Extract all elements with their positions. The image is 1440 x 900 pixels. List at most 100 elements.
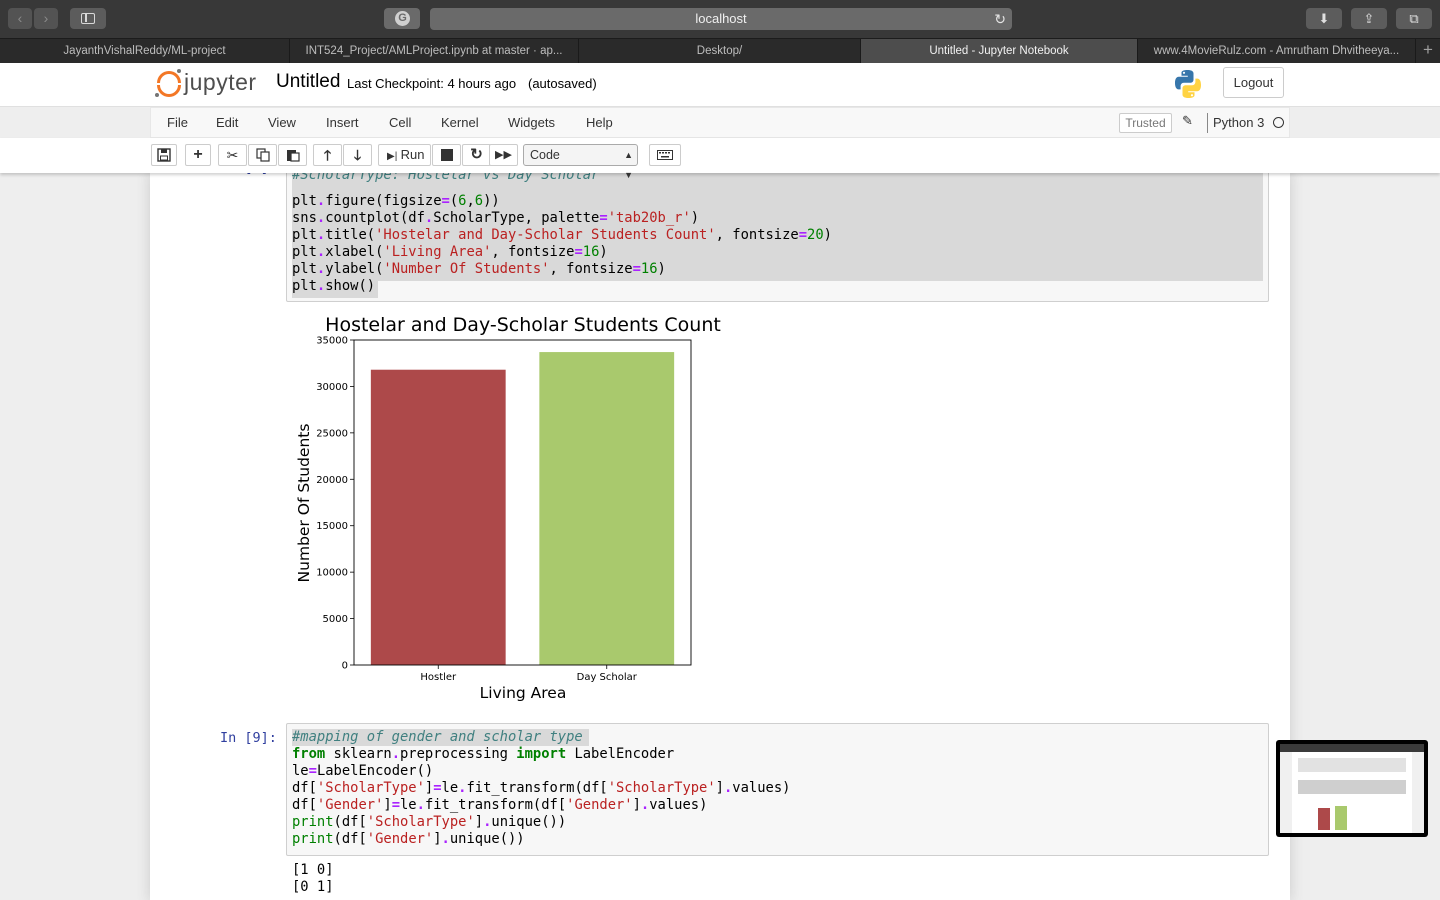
save-button[interactable] <box>151 144 177 166</box>
code-line: plt.show() <box>292 278 376 294</box>
browser-tab[interactable]: JayanthVishalReddy/ML-project <box>0 39 290 63</box>
menu-cell[interactable]: Cell <box>389 115 411 130</box>
url-text: localhost <box>695 11 747 26</box>
jupyter-logo-icon[interactable] <box>155 69 185 99</box>
menu-edit[interactable]: Edit <box>216 115 238 130</box>
code-line: df['ScholarType']=le.fit_transform(df['S… <box>292 780 791 796</box>
notebook-toolbar: + ✂ 🡑 🡓 ▶| Run ↻ ▶▶ Code ▲ ▼ <box>0 138 1440 180</box>
insert-cell-button[interactable]: + <box>185 144 211 166</box>
arrow-up-icon: 🡑 <box>323 147 332 163</box>
save-icon <box>157 148 171 162</box>
notebook-title[interactable]: Untitled <box>276 71 340 93</box>
restart-run-all-button[interactable]: ▶▶ <box>489 144 518 166</box>
download-icon: ⬇ <box>1318 11 1330 26</box>
menu-help[interactable]: Help <box>586 115 613 130</box>
bar-day-scholar <box>539 352 675 665</box>
bar-hostler <box>370 369 506 665</box>
chart-title: Hostelar and Day-Scholar Students Count <box>325 314 721 336</box>
downloads-button[interactable]: ⬇ <box>1306 8 1342 29</box>
cell-prompt: In [9]: <box>220 730 277 746</box>
y-tick-label: 30000 <box>316 382 348 393</box>
y-tick-label: 15000 <box>316 521 348 532</box>
plus-icon: + <box>193 146 203 163</box>
restart-button[interactable]: ↻ <box>462 144 491 166</box>
checkpoint-status: Last Checkpoint: 4 hours ago <box>347 76 517 91</box>
address-bar[interactable]: localhost ↻ <box>430 8 1012 30</box>
command-palette-button[interactable] <box>649 144 681 166</box>
jupyter-header: jupyter Untitled Last Checkpoint: 4 hour… <box>0 63 1440 107</box>
cell-type-select[interactable]: Code ▲ ▼ <box>523 144 638 180</box>
code-line: from sklearn.preprocessing import LabelE… <box>292 746 675 762</box>
jupyter-wordmark[interactable]: jupyter <box>184 69 257 96</box>
sidebar-icon <box>81 13 95 24</box>
code-line: print(df['ScholarType'].unique()) <box>292 814 567 830</box>
tab-overview-button[interactable]: ⧉ <box>1396 8 1432 29</box>
paste-button[interactable] <box>278 144 307 166</box>
code-line: plt.title('Hostelar and Day-Scholar Stud… <box>292 227 832 243</box>
new-tab-button[interactable]: + <box>1416 39 1440 63</box>
browser-tab[interactable]: Desktop/ <box>579 39 861 63</box>
select-arrows-icon: ▲ ▼ <box>624 150 633 180</box>
x-tick-label: Hostler <box>420 672 457 683</box>
y-tick-label: 10000 <box>316 568 348 579</box>
browser-tab-active[interactable]: Untitled - Jupyter Notebook <box>861 39 1138 63</box>
code-line: plt.ylabel('Number Of Students', fontsiz… <box>292 261 666 277</box>
grammarly-icon: G <box>395 11 410 26</box>
notebook-container: In [8]: #ScholarType: Hostelar vs Day Sc… <box>150 153 1290 900</box>
step-forward-icon: ▶| <box>387 151 398 162</box>
menu-view[interactable]: View <box>268 115 296 130</box>
menu-file[interactable]: File <box>167 115 188 130</box>
run-button[interactable]: ▶| Run <box>378 144 431 166</box>
extension-button[interactable]: G <box>384 8 420 29</box>
browser-tab-bar: JayanthVishalReddy/ML-project INT524_Pro… <box>0 38 1440 63</box>
x-tick-label: Day Scholar <box>577 672 638 683</box>
keyboard-icon <box>657 150 673 160</box>
back-button[interactable]: ‹ <box>8 8 32 29</box>
y-axis-label: Number Of Students <box>295 424 313 583</box>
browser-tab[interactable]: www.4MovieRulz.com - Amrutham Dhvitheeya… <box>1138 39 1416 63</box>
move-up-button[interactable]: 🡑 <box>313 144 342 166</box>
interrupt-button[interactable] <box>432 144 461 166</box>
copy-icon <box>255 148 270 162</box>
kernel-idle-icon <box>1273 117 1284 128</box>
forward-button[interactable]: › <box>34 8 58 29</box>
x-axis-label: Living Area <box>480 684 567 702</box>
y-tick-label: 35000 <box>316 336 348 347</box>
autosave-status: (autosaved) <box>528 76 597 91</box>
move-down-button[interactable]: 🡓 <box>343 144 372 166</box>
stop-icon <box>440 149 453 161</box>
code-line: le=LabelEncoder() <box>292 763 434 779</box>
bar-chart: Hostelar and Day-Scholar Students Count … <box>295 314 721 702</box>
screenshot-thumbnail[interactable] <box>1276 740 1428 837</box>
fast-forward-icon: ▶▶ <box>495 149 512 161</box>
y-tick-label: 20000 <box>316 475 348 486</box>
code-line: df['Gender']=le.fit_transform(df['Gender… <box>292 797 708 813</box>
cut-button[interactable]: ✂ <box>218 144 247 166</box>
trusted-indicator[interactable]: Trusted <box>1119 113 1172 133</box>
cell-output-line: [1 0] <box>292 862 334 878</box>
browser-toolbar: ‹ › G localhost ↻ ⬇ ⇪ ⧉ <box>0 0 1440 38</box>
code-cell-8[interactable]: #ScholarType: Hostelar vs Day Scholar pl… <box>286 153 1269 302</box>
y-tick-label: 0 <box>342 661 348 672</box>
scissors-icon: ✂ <box>226 147 239 163</box>
code-line: plt.xlabel('Living Area', fontsize=16) <box>292 244 608 260</box>
sidebar-toggle-button[interactable] <box>70 8 106 29</box>
menu-widgets[interactable]: Widgets <box>508 115 555 130</box>
code-line: print(df['Gender'].unique()) <box>292 831 525 847</box>
code-line: #mapping of gender and scholar type <box>292 729 583 745</box>
code-cell-9[interactable]: #mapping of gender and scholar type from… <box>286 723 1269 856</box>
menu-kernel[interactable]: Kernel <box>441 115 479 130</box>
menu-insert[interactable]: Insert <box>326 115 359 130</box>
browser-tab[interactable]: INT524_Project/AMLProject.ipynb at maste… <box>290 39 579 63</box>
edit-mode-pencil-icon: ✎ <box>1182 113 1193 128</box>
y-tick-label: 25000 <box>316 428 348 439</box>
menubar: File Edit View Insert Cell Kernel Widget… <box>150 107 1290 138</box>
reload-icon[interactable]: ↻ <box>994 8 1006 30</box>
copy-button[interactable] <box>248 144 277 166</box>
logout-button[interactable]: Logout <box>1223 67 1284 98</box>
code-line: sns.countplot(df.ScholarType, palette='t… <box>292 210 700 226</box>
code-line: plt.figure(figsize=(6,6)) <box>292 193 500 209</box>
paste-icon <box>286 150 300 162</box>
share-button[interactable]: ⇪ <box>1351 8 1387 29</box>
y-tick-label: 5000 <box>323 614 348 625</box>
